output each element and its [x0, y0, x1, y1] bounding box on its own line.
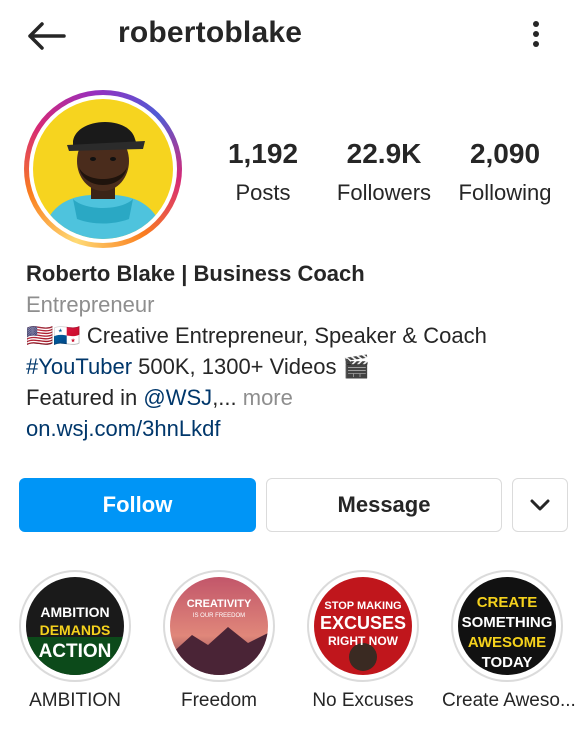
svg-text:CREATIVITY: CREATIVITY — [187, 598, 252, 610]
svg-text:AWESOME: AWESOME — [468, 634, 546, 651]
profile-photo[interactable] — [33, 99, 173, 239]
stat-label: Followers — [336, 180, 432, 205]
story-ring[interactable] — [24, 90, 182, 248]
stat-label: Posts — [235, 180, 291, 205]
svg-text:ACTION: ACTION — [39, 641, 112, 662]
mention-link[interactable]: @WSJ — [143, 385, 212, 410]
svg-text:RIGHT NOW: RIGHT NOW — [328, 634, 399, 648]
highlight-no-excuses[interactable]: STOP MAKING EXCUSES RIGHT NOW No Excuses — [298, 570, 428, 712]
bio-line-3: Featured in @WSJ,... more — [26, 385, 293, 410]
svg-text:SOMETHING: SOMETHING — [462, 614, 553, 631]
website-link[interactable]: on.wsj.com/3hnLkdf — [26, 413, 566, 444]
clapperboard-icon: 🎬 — [342, 354, 371, 379]
flag-icons: 🇺🇸🇵🇦 — [26, 323, 81, 348]
highlight-freedom[interactable]: CREATIVITY IS OUR FREEDOM Freedom — [154, 570, 284, 712]
bio-line-1: 🇺🇸🇵🇦 Creative Entrepreneur, Speaker & Co… — [26, 323, 487, 348]
svg-text:DEMANDS: DEMANDS — [40, 622, 111, 638]
svg-text:TODAY: TODAY — [482, 654, 533, 671]
more-link[interactable]: more — [243, 385, 293, 410]
highlight-cover: STOP MAKING EXCUSES RIGHT NOW — [314, 577, 412, 675]
chevron-down-icon — [530, 499, 550, 511]
svg-text:IS OUR FREEDOM: IS OUR FREEDOM — [193, 613, 245, 619]
stat-label: Following — [458, 180, 552, 205]
svg-text:STOP MAKING: STOP MAKING — [324, 600, 401, 612]
highlight-label: Freedom — [180, 690, 258, 711]
highlight-ambition[interactable]: AMBITION DEMANDS ACTION AMBITION — [10, 570, 140, 712]
highlight-label: No Excuses — [312, 690, 414, 711]
svg-text:AMBITION: AMBITION — [40, 604, 109, 620]
display-name: Roberto Blake | Business Coach — [26, 261, 365, 286]
arrow-left-icon[interactable] — [24, 18, 68, 54]
stat-value: 2,090 — [469, 138, 541, 169]
suggested-dropdown-button[interactable] — [512, 478, 568, 532]
stat-value: 1,192 — [227, 138, 299, 169]
profile-bio: Roberto Blake | Business Coach Entrepren… — [26, 258, 566, 444]
stat-following[interactable]: 2,090 Following — [440, 138, 570, 206]
hashtag-link[interactable]: #YouTuber — [26, 354, 132, 379]
category-label: Entrepreneur — [26, 292, 155, 317]
highlight-cover: CREATE SOMETHING AWESOME TODAY — [458, 577, 556, 675]
more-vertical-icon[interactable] — [522, 16, 550, 52]
stat-value: 22.9K — [346, 138, 422, 169]
highlight-cover: AMBITION DEMANDS ACTION — [26, 577, 124, 675]
highlight-label: AMBITION — [29, 690, 121, 711]
bio-line-2: #YouTuber 500K, 1300+ Videos 🎬 — [26, 354, 371, 379]
top-bar: robertoblake — [0, 0, 588, 70]
highlight-label: Create Aweso... — [442, 690, 576, 711]
svg-text:CREATE: CREATE — [477, 594, 538, 611]
follow-button[interactable]: Follow — [19, 478, 256, 532]
stat-followers[interactable]: 22.9K Followers — [319, 138, 449, 206]
highlight-create-awesome[interactable]: CREATE SOMETHING AWESOME TODAY Create Aw… — [442, 570, 576, 712]
message-button[interactable]: Message — [266, 478, 502, 532]
profile-username: robertoblake — [118, 16, 303, 49]
svg-text:EXCUSES: EXCUSES — [320, 613, 406, 633]
stat-posts[interactable]: 1,192 Posts — [198, 138, 328, 206]
highlight-cover: CREATIVITY IS OUR FREEDOM — [170, 577, 268, 675]
